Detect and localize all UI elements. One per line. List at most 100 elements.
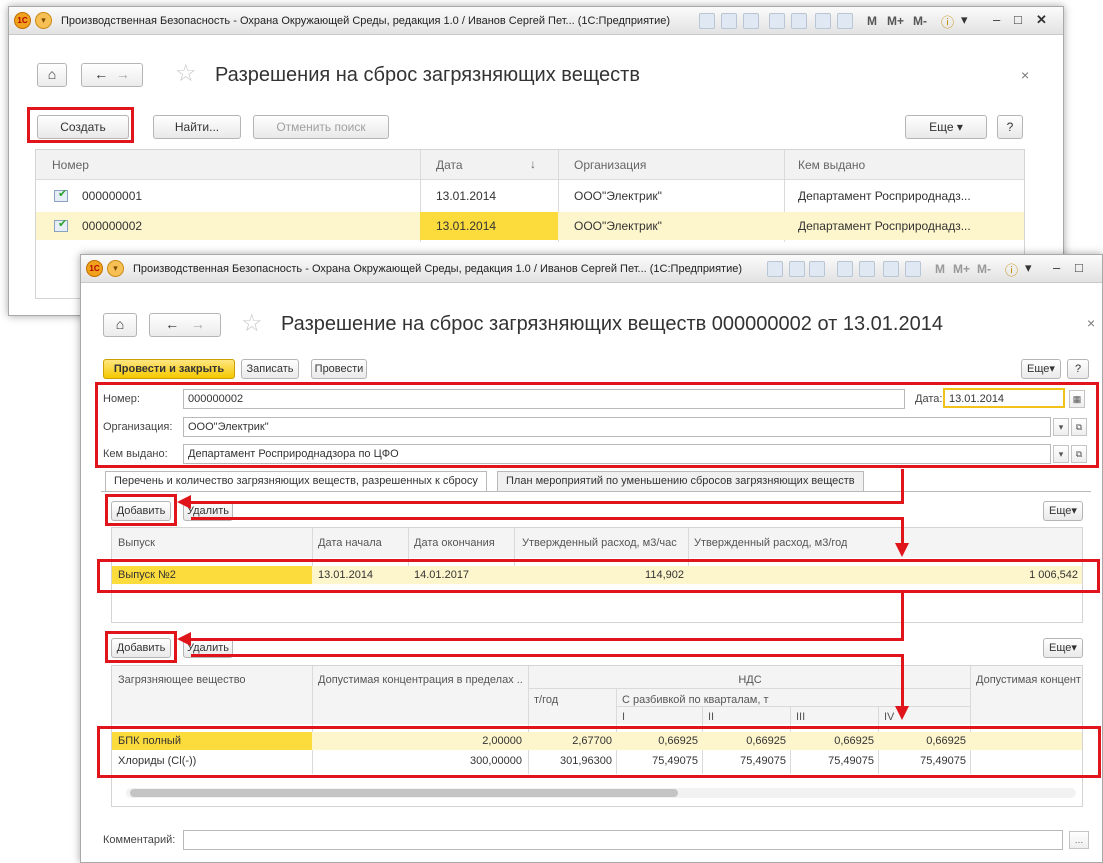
substance-t-year: 2,67700 <box>572 735 612 747</box>
print-icon[interactable] <box>789 261 805 277</box>
date-field[interactable]: 13.01.2014 <box>943 388 1065 408</box>
calendar-icon[interactable] <box>837 13 853 29</box>
header-organization[interactable]: Организация <box>574 158 646 172</box>
header-start-date[interactable]: Дата начала <box>318 537 382 549</box>
table-row[interactable]: Хлориды (Cl(-)) 300,00000 301,96300 75,4… <box>112 752 1082 770</box>
preview-icon[interactable] <box>743 13 759 29</box>
header-allowed-concentration-2[interactable]: Допустимая концент <box>976 674 1082 686</box>
memory-plus-button[interactable]: M+ <box>887 14 904 28</box>
close-form-icon[interactable]: × <box>1021 67 1029 83</box>
header-q1[interactable]: I <box>622 711 625 723</box>
comment-field[interactable] <box>183 830 1063 850</box>
save-button[interactable]: Записать <box>241 359 299 379</box>
forward-arrow-icon[interactable]: → <box>116 66 130 82</box>
forward-arrow-icon[interactable]: → <box>191 316 205 332</box>
header-date[interactable]: Дата <box>436 158 463 172</box>
header-flow-hour[interactable]: Утвержденный расход, м3/час <box>522 537 677 549</box>
save-icon[interactable] <box>699 13 715 29</box>
header-number[interactable]: Номер <box>52 158 89 172</box>
info-icon[interactable]: ⓘ <box>1005 260 1018 279</box>
save-icon[interactable] <box>767 261 783 277</box>
find-button[interactable]: Найти... <box>153 115 241 139</box>
more-button[interactable]: Еще ▾ <box>905 115 987 139</box>
arrow-head-left-icon <box>177 495 191 509</box>
back-arrow-icon[interactable]: ← <box>94 66 108 82</box>
header-allowed-concentration[interactable]: Допустимая концентрация в пределах ... <box>318 674 522 686</box>
header-flow-year[interactable]: Утвержденный расход, м3/год <box>694 537 847 549</box>
menu-arrow-icon[interactable]: ▾ <box>107 260 124 277</box>
preview-icon[interactable] <box>809 261 825 277</box>
header-end-date[interactable]: Дата окончания <box>414 537 495 549</box>
tab-pollutant-list[interactable]: Перечень и количество загрязняющих вещес… <box>105 471 487 491</box>
link-icon[interactable] <box>859 261 875 277</box>
header-q4[interactable]: IV <box>884 711 894 723</box>
help-button[interactable]: ? <box>1067 359 1089 379</box>
add-release-button[interactable]: Добавить <box>111 501 171 521</box>
header-t-year[interactable]: т/год <box>534 694 558 706</box>
info-icon[interactable]: ⓘ <box>941 12 954 31</box>
post-and-close-button[interactable]: Провести и закрыть <box>103 359 235 379</box>
issued-by-field[interactable]: Департамент Росприроднадзора по ЦФО <box>183 444 1051 464</box>
maximize-button[interactable]: □ <box>1075 260 1083 275</box>
calendar-picker-icon[interactable]: ▦ <box>1069 390 1085 408</box>
memory-m-button[interactable]: M <box>867 14 877 28</box>
tab-reduction-plan[interactable]: План мероприятий по уменьшению сбросов з… <box>497 471 864 491</box>
minimize-button[interactable]: – <box>993 12 1000 27</box>
memory-m-button[interactable]: M <box>935 262 945 276</box>
open-icon[interactable]: ⧉ <box>1071 418 1087 436</box>
header-issued-by[interactable]: Кем выдано <box>798 158 865 172</box>
row-date: 13.01.2014 <box>436 189 497 203</box>
calculator-icon[interactable] <box>883 261 899 277</box>
maximize-button[interactable]: □ <box>1014 12 1022 27</box>
comment-expand-icon[interactable]: … <box>1069 831 1089 849</box>
create-button[interactable]: Создать <box>37 115 129 139</box>
table-row-selected[interactable]: 000000002 13.01.2014 ООО"Электрик" Депар… <box>36 212 1024 240</box>
help-button[interactable]: ? <box>997 115 1023 139</box>
chevron-down-icon[interactable]: ▾ <box>961 12 968 28</box>
memory-minus-button[interactable]: M- <box>913 14 927 28</box>
back-forward-group[interactable]: ← → <box>81 63 143 87</box>
dropdown-icon[interactable]: ▾ <box>1053 445 1069 463</box>
header-q2[interactable]: II <box>708 711 714 723</box>
back-arrow-icon[interactable]: ← <box>165 316 179 332</box>
calculator-icon[interactable] <box>815 13 831 29</box>
scrollbar-thumb[interactable] <box>130 789 678 797</box>
favorite-star-icon[interactable]: ☆ <box>241 309 263 338</box>
more-button[interactable]: Еще▾ <box>1043 501 1083 521</box>
link-icon[interactable] <box>791 13 807 29</box>
header-by-quarters[interactable]: С разбивкой по кварталам, т <box>622 694 769 706</box>
cancel-search-button[interactable]: Отменить поиск <box>253 115 389 139</box>
home-button[interactable]: ⌂ <box>103 313 137 337</box>
close-form-icon[interactable]: × <box>1087 315 1095 331</box>
chevron-down-icon[interactable]: ▾ <box>1025 260 1032 276</box>
back-forward-group[interactable]: ← → <box>149 313 221 337</box>
dropdown-icon[interactable]: ▾ <box>1053 418 1069 436</box>
favorites-icon[interactable] <box>837 261 853 277</box>
table-row[interactable]: 000000001 13.01.2014 ООО"Электрик" Депар… <box>36 182 1024 210</box>
header-release[interactable]: Выпуск <box>118 537 155 549</box>
table-row-selected[interactable]: БПК полный 2,00000 2,67700 0,66925 0,669… <box>112 732 1082 750</box>
organization-field[interactable]: ООО"Электрик" <box>183 417 1051 437</box>
memory-plus-button[interactable]: M+ <box>953 262 970 276</box>
home-button[interactable]: ⌂ <box>37 63 67 87</box>
add-pollutant-button[interactable]: Добавить <box>111 638 171 658</box>
calendar-icon[interactable] <box>905 261 921 277</box>
favorite-star-icon[interactable]: ☆ <box>175 59 197 88</box>
close-button[interactable]: ✕ <box>1036 12 1047 28</box>
table-row-selected[interactable]: Выпуск №2 13.01.2014 14.01.2017 114,902 … <box>112 566 1082 584</box>
more-button[interactable]: Еще▾ <box>1043 638 1083 658</box>
print-icon[interactable] <box>721 13 737 29</box>
memory-minus-button[interactable]: M- <box>977 262 991 276</box>
favorites-icon[interactable] <box>769 13 785 29</box>
post-button[interactable]: Провести <box>311 359 367 379</box>
row-issued: Департамент Росприроднадз... <box>798 219 971 233</box>
more-button[interactable]: Еще▾ <box>1021 359 1061 379</box>
open-icon[interactable]: ⧉ <box>1071 445 1087 463</box>
header-q3[interactable]: III <box>796 711 805 723</box>
horizontal-scrollbar[interactable] <box>126 788 1076 798</box>
header-nds[interactable]: НДС <box>528 674 972 686</box>
minimize-button[interactable]: – <box>1053 260 1060 275</box>
number-field[interactable]: 000000002 <box>183 389 905 409</box>
header-substance[interactable]: Загрязняющее вещество <box>118 674 246 686</box>
menu-arrow-icon[interactable]: ▾ <box>35 12 52 29</box>
